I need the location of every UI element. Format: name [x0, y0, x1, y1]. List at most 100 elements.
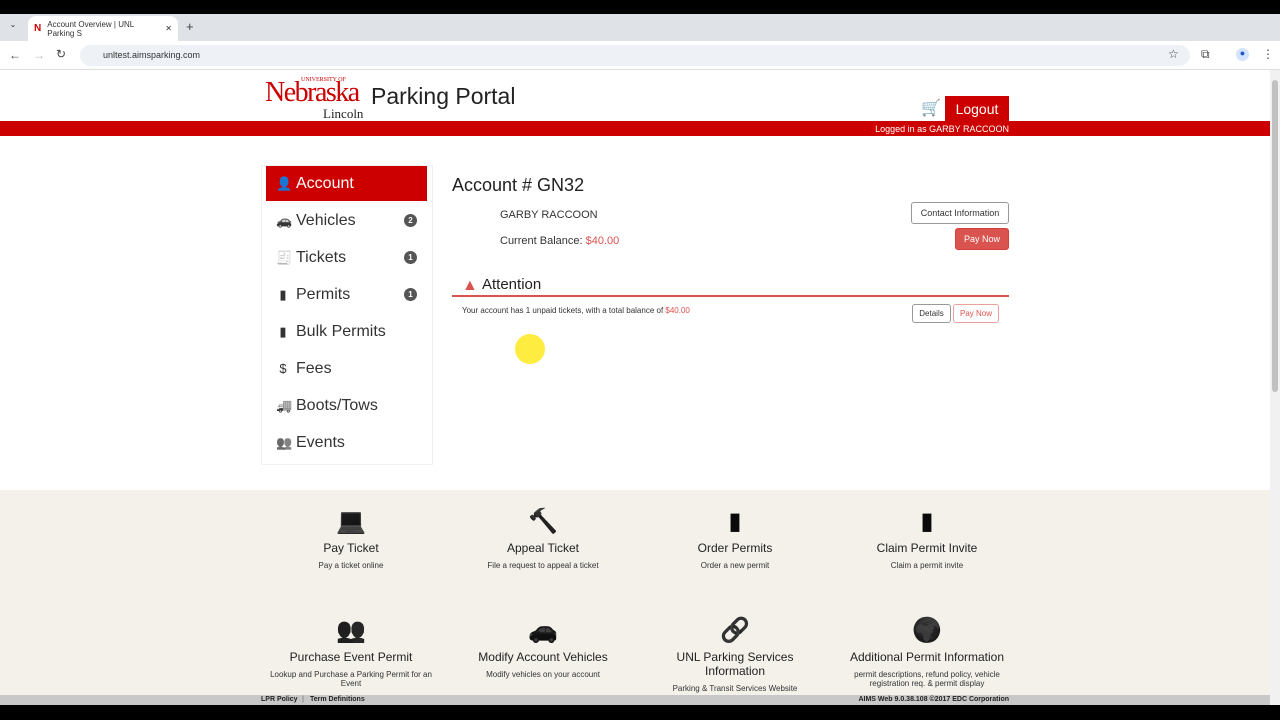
- profile-icon[interactable]: ●: [1236, 48, 1249, 61]
- sidebar-item-fees[interactable]: $ Fees: [266, 351, 427, 386]
- tow-truck-icon: 🚚: [276, 397, 293, 413]
- tile-title: Pay Ticket: [323, 541, 379, 555]
- reload-icon[interactable]: ↻: [56, 47, 66, 61]
- permit-hanger-icon: ▮: [279, 286, 287, 302]
- sidebar-item-tickets[interactable]: 🧾 Tickets 1: [266, 240, 427, 275]
- tile-title: UNL Parking Services Information: [676, 650, 794, 678]
- favicon-icon: N: [34, 23, 42, 34]
- footer: LPR Policy | Term Definitions AIMS Web 9…: [0, 695, 1270, 705]
- footer-separator: |: [302, 696, 304, 703]
- user-icon: 👤: [276, 175, 293, 191]
- tab-title: Account Overview | UNL Parking S: [47, 19, 134, 38]
- tile-title: Appeal Ticket: [506, 541, 580, 555]
- extensions-icon[interactable]: ⧉: [1201, 47, 1210, 62]
- details-button[interactable]: Details: [912, 304, 951, 323]
- permit-hanger-icon: ▮: [920, 508, 934, 535]
- forward-icon[interactable]: →: [33, 48, 45, 62]
- header-bar: Logged in as GARBY RACCOON: [0, 121, 1270, 136]
- quick-link-claim-permit-invite[interactable]: ▮ Claim Permit Invite Claim a permit invit…: [837, 507, 1017, 570]
- sidebar-item-label: Tickets: [296, 248, 347, 266]
- unl-logo[interactable]: UNIVERSITY OF Nebraska Lincoln: [265, 75, 367, 123]
- close-tab-icon[interactable]: ✕: [165, 24, 172, 33]
- sidebar-item-events[interactable]: 👥 Events: [266, 425, 427, 460]
- cart-icon[interactable]: 🛒: [921, 98, 941, 118]
- permit-hanger-icon: ▮: [279, 323, 287, 339]
- quick-link-modify-account-vehicles[interactable]: 🚗 Modify Account Vehicles Modify vehicles …: [453, 616, 633, 679]
- dollar-icon: $: [279, 361, 287, 376]
- tile-title: Claim Permit Invite: [876, 541, 978, 555]
- cursor-highlight: [515, 334, 545, 364]
- browser-tab[interactable]: N Account Overview | UNL Parking S ✕: [28, 16, 178, 41]
- permit-hanger-icon: ▮: [728, 508, 742, 535]
- account-title: Account # GN32: [452, 175, 585, 195]
- sidebar-item-account[interactable]: 👤 Account: [266, 166, 427, 201]
- quick-link-order-permits[interactable]: ▮ Order Permits Order a new permit: [645, 507, 825, 570]
- logged-in-text: Logged in as GARBY RACCOON: [875, 124, 1009, 134]
- attention-pay-now-button[interactable]: Pay Now: [953, 304, 999, 323]
- group-icon: 👥: [276, 434, 293, 450]
- count-badge: 2: [404, 214, 417, 227]
- balance-amount: $40.00: [585, 235, 620, 247]
- sidebar-item-label: Account: [296, 174, 354, 192]
- ticket-icon: 🧾: [276, 249, 293, 265]
- logo-main: Nebraska: [265, 77, 360, 108]
- link-icon: 🔗: [720, 617, 750, 644]
- tile-description: Lookup and Purchase a Parking Permit for…: [270, 670, 432, 688]
- pay-now-button[interactable]: Pay Now: [955, 228, 1009, 250]
- sidebar-item-permits[interactable]: ▮ Permits 1: [266, 277, 427, 312]
- car-icon: 🚗: [276, 212, 293, 228]
- sidebar-item-label: Vehicles: [296, 211, 356, 229]
- attention-divider: [452, 295, 1009, 297]
- quick-link-unl-parking-services-information[interactable]: 🔗 UNL Parking Services Information Parking…: [645, 616, 825, 693]
- page: UNIVERSITY OF Nebraska Lincoln Parking P…: [0, 70, 1270, 705]
- quick-link-additional-permit-information[interactable]: 🌍 Additional Permit Information permit des…: [837, 616, 1017, 688]
- term-definitions-link[interactable]: Term Definitions: [310, 696, 365, 703]
- account-name: GARBY RACCOON: [500, 209, 598, 221]
- contact-information-button[interactable]: Contact Information: [911, 202, 1009, 224]
- tile-title: Additional Permit Information: [849, 650, 1005, 664]
- tile-title: Modify Account Vehicles: [478, 650, 608, 664]
- sidebar-item-label: Events: [296, 433, 345, 451]
- scrollbar-thumb[interactable]: [1272, 80, 1278, 392]
- site-title: Parking Portal: [371, 83, 516, 109]
- quick-link-pay-ticket[interactable]: 💻 Pay Ticket Pay a ticket online: [261, 507, 441, 570]
- count-badge: 1: [404, 288, 417, 301]
- attention-message: Your account has 1 unpaid tickets, with …: [462, 306, 690, 315]
- menu-icon[interactable]: ⋮: [1262, 47, 1274, 61]
- sidebar-item-label: Permits: [296, 285, 351, 303]
- sidebar-item-boots-tows[interactable]: 🚚 Boots/Tows: [266, 388, 427, 423]
- attention-title: Attention: [482, 276, 542, 293]
- tile-description: permit descriptions, refund policy, vehi…: [854, 670, 1000, 688]
- tile-title: Order Permits: [697, 541, 773, 555]
- logo-sub: Lincoln: [323, 106, 364, 121]
- warning-icon: ▲: [462, 277, 478, 294]
- sidebar-item-vehicles[interactable]: 🚗 Vehicles 2: [266, 203, 427, 238]
- tile-description: Modify vehicles on your account: [486, 670, 600, 679]
- count-badge: 1: [404, 251, 417, 264]
- sidebar-item-label: Bulk Permits: [296, 322, 386, 340]
- sidebar-item-label: Boots/Tows: [296, 396, 378, 414]
- laptop-dollar-icon: 💻: [336, 508, 366, 535]
- lpr-policy-link[interactable]: LPR Policy: [261, 696, 298, 703]
- tab-search-icon[interactable]: ⌄: [6, 20, 20, 34]
- quick-links-section: [0, 490, 1270, 695]
- current-balance: Current Balance: $40.00: [500, 235, 620, 247]
- tile-description: Pay a ticket online: [318, 561, 384, 570]
- new-tab-icon[interactable]: +: [186, 19, 194, 34]
- quick-link-appeal-ticket[interactable]: 🔨 Appeal Ticket File a request to appeal a…: [453, 507, 633, 570]
- globe-icon: 🌍: [912, 617, 942, 644]
- tile-description: File a request to appeal a ticket: [487, 561, 599, 570]
- logout-button[interactable]: Logout: [945, 96, 1009, 121]
- quick-link-purchase-event-permit[interactable]: 👥 Purchase Event Permit Lookup and Purchas…: [261, 616, 441, 688]
- back-icon[interactable]: ←: [9, 48, 21, 62]
- car-icon: 🚗: [528, 617, 558, 644]
- address-bar[interactable]: unltest.aimsparking.com: [80, 45, 1190, 66]
- sidebar-item-bulk-permits[interactable]: ▮ Bulk Permits: [266, 314, 427, 349]
- sidebar-item-label: Fees: [296, 359, 332, 377]
- group-icon: 👥: [336, 617, 366, 644]
- bookmark-star-icon[interactable]: ☆: [1168, 47, 1179, 61]
- tile-title: Purchase Event Permit: [289, 650, 413, 664]
- tile-description: Claim a permit invite: [890, 561, 964, 570]
- tile-description: Parking & Transit Services Website: [672, 684, 798, 693]
- version-text: AIMS Web 9.0.38.108 ©2017 EDC Corporatio…: [858, 696, 1009, 703]
